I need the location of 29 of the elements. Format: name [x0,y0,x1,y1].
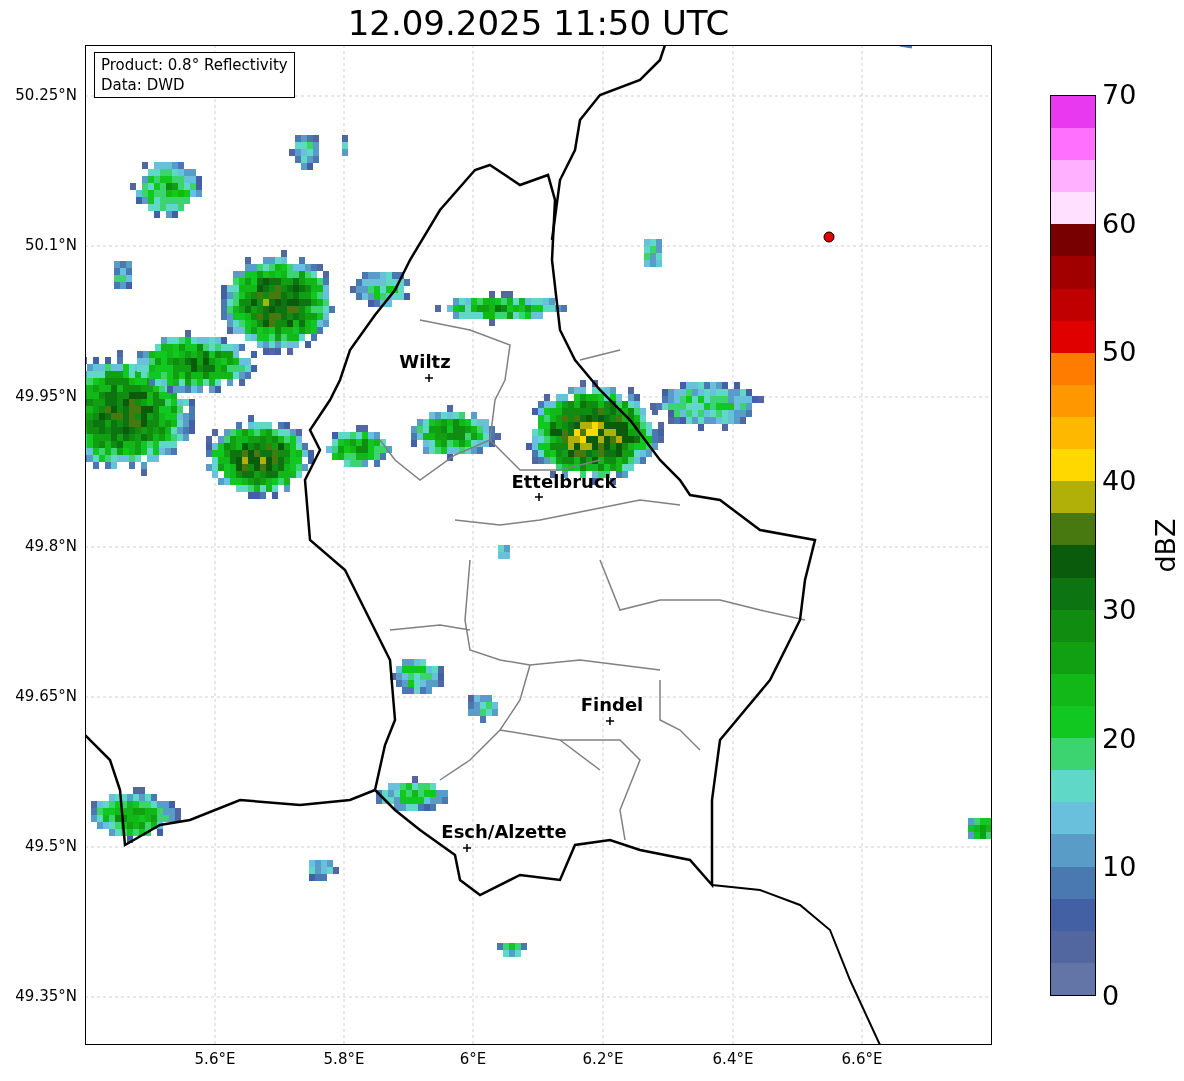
colorbar-tick-label: 70 [1102,81,1137,108]
colorbar-tick-label: 0 [1102,982,1120,1009]
longitude-label: 5.6°E [194,1052,236,1067]
longitude-label: 6.4°E [712,1052,754,1067]
longitude-label: 6.6°E [841,1052,883,1067]
longitude-label: 6°E [459,1052,487,1067]
colorbar-tick-label: 40 [1102,467,1137,495]
latitude-label: 49.95°N [15,389,77,404]
city-label: Esch/Alzette [441,823,567,841]
colorbar-tick-label: 50 [1102,338,1137,366]
longitude-label: 5.8°E [323,1052,365,1067]
latitude-label: 49.8°N [24,539,77,554]
latitude-label: 49.65°N [15,689,77,704]
info-text: Product: 0.8° Reflectivity [101,55,288,75]
latitude-label: 50.25°N [15,88,77,103]
latitude-label: 50.1°N [24,238,77,253]
map-title: 12.09.2025 11:50 UTC [347,5,730,40]
latitude-label: 49.5°N [24,839,77,854]
colorbar-tick-label: 10 [1102,853,1137,881]
city-label: Ettelbruck [511,473,617,491]
city-label: Wiltz [399,353,451,371]
info-text: Data: DWD [101,75,186,95]
city-label: Findel [580,696,644,714]
colorbar-tick-label: 30 [1102,595,1137,623]
latitude-label: 49.35°N [15,989,77,1004]
colorbar-axis-label: dBZ [1151,518,1179,573]
longitude-label: 6.2°E [582,1052,624,1067]
colorbar-tick-label: 20 [1102,724,1137,752]
colorbar-tick-label: 60 [1102,209,1137,237]
